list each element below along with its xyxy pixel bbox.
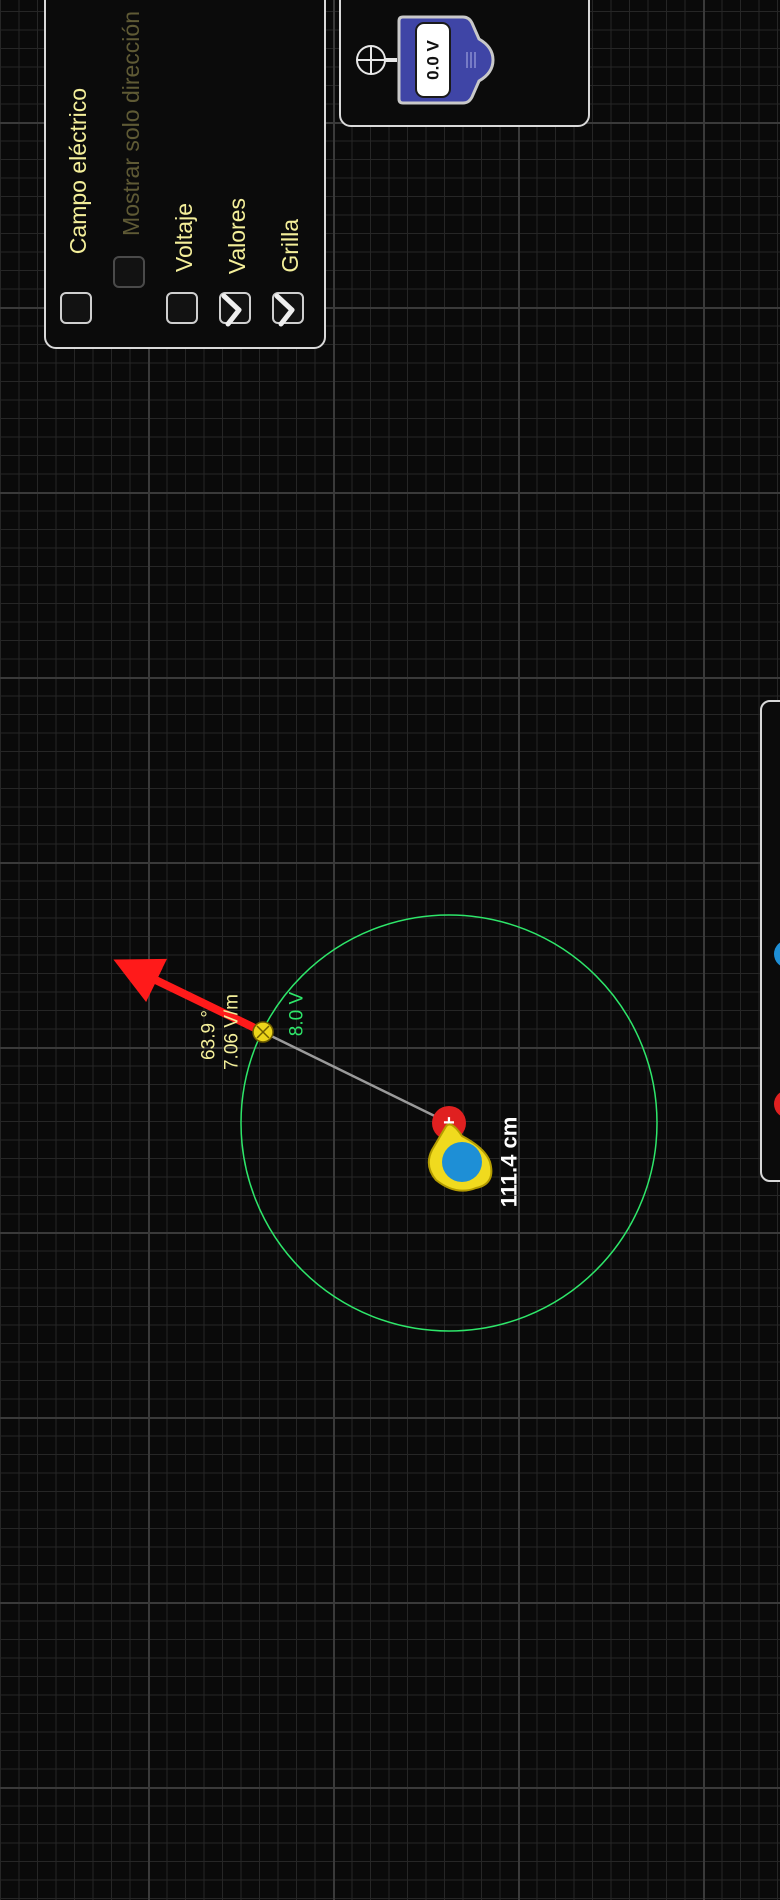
equipotential-voltage-label: 8.0 V — [287, 991, 308, 1036]
simulation-area: 8.0 V 63.9 ° 7.06 V/m + 111.4 cm — [113, 914, 658, 1332]
field-angle-label: 63.9 ° — [199, 1010, 220, 1060]
tape-measure-reading: 111.4 cm — [497, 1117, 522, 1208]
tape-measure-reel — [442, 1142, 482, 1182]
tape-measure-line — [262, 1030, 450, 1125]
electric-field-sensor[interactable] — [252, 1021, 274, 1043]
field-magnitude-label: 7.06 V/m — [222, 994, 243, 1070]
